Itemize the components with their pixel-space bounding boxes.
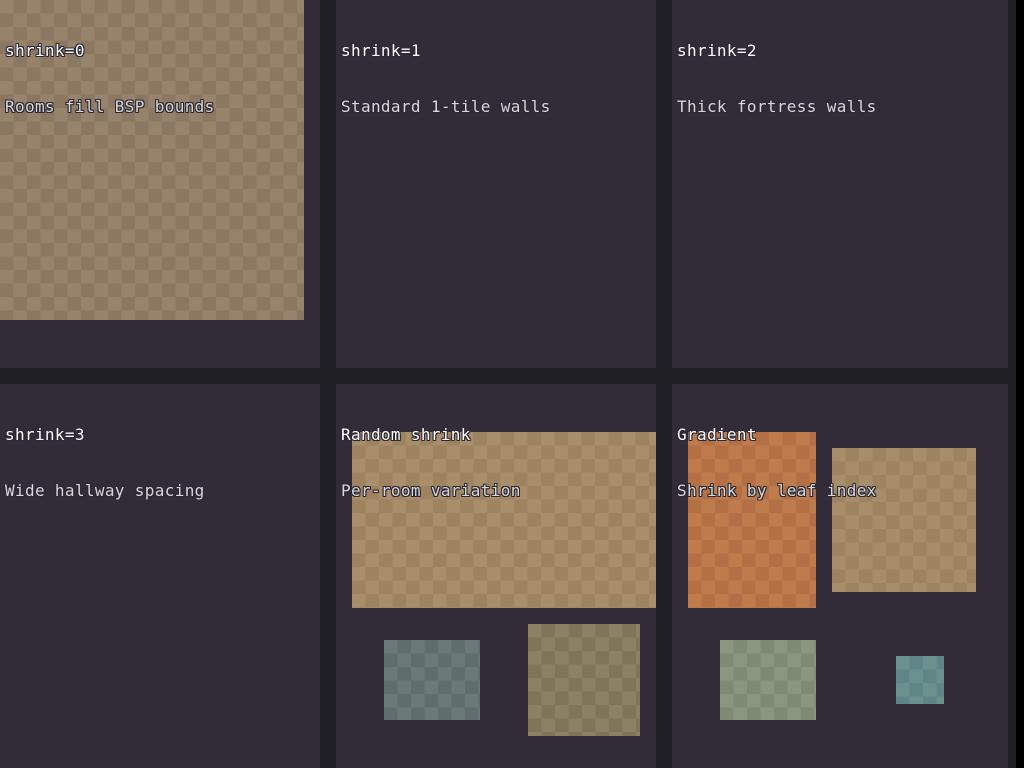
panel-subtitle: Rooms fill BSP bounds xyxy=(5,98,215,116)
panel-caption: shrink=1 Standard 1-tile walls xyxy=(341,4,551,154)
panel-caption: shrink=3 Wide hallway spacing xyxy=(5,388,205,538)
panel-caption: shrink=0 Rooms fill BSP bounds xyxy=(5,4,215,154)
panel-title: Gradient xyxy=(677,426,877,444)
panel-title: shrink=1 xyxy=(341,42,551,60)
panel-subtitle: Per-room variation xyxy=(341,482,521,500)
room-rect xyxy=(896,656,944,704)
room-rect xyxy=(384,640,480,720)
panel-title: shrink=2 xyxy=(677,42,877,60)
panel-shrink-1: shrink=1 Standard 1-tile walls xyxy=(336,0,656,368)
screenshot-root: { "figure": { "theme": { "panel_bg": "#3… xyxy=(0,0,1024,768)
room-rect xyxy=(528,624,640,736)
panel-subtitle: Shrink by leaf index xyxy=(677,482,877,500)
panel-subtitle: Standard 1-tile walls xyxy=(341,98,551,116)
figure-canvas: shrink=0 Rooms fill BSP bounds shrink=1 … xyxy=(0,0,1016,768)
panel-caption: shrink=2 Thick fortress walls xyxy=(677,4,877,154)
panel-title: shrink=3 xyxy=(5,426,205,444)
panel-gradient: Gradient Shrink by leaf index xyxy=(672,384,1008,768)
panel-subtitle: Wide hallway spacing xyxy=(5,482,205,500)
panel-subtitle: Thick fortress walls xyxy=(677,98,877,116)
panel-title: Random shrink xyxy=(341,426,521,444)
panel-caption: Random shrink Per-room variation xyxy=(341,388,521,538)
panel-caption: Gradient Shrink by leaf index xyxy=(677,388,877,538)
panel-shrink-2: shrink=2 Thick fortress walls xyxy=(672,0,1008,368)
panel-shrink-0: shrink=0 Rooms fill BSP bounds xyxy=(0,0,320,368)
panel-title: shrink=0 xyxy=(5,42,215,60)
room-rect xyxy=(720,640,816,720)
panel-random-shrink: Random shrink Per-room variation xyxy=(336,384,656,768)
panel-shrink-3: shrink=3 Wide hallway spacing xyxy=(0,384,320,768)
